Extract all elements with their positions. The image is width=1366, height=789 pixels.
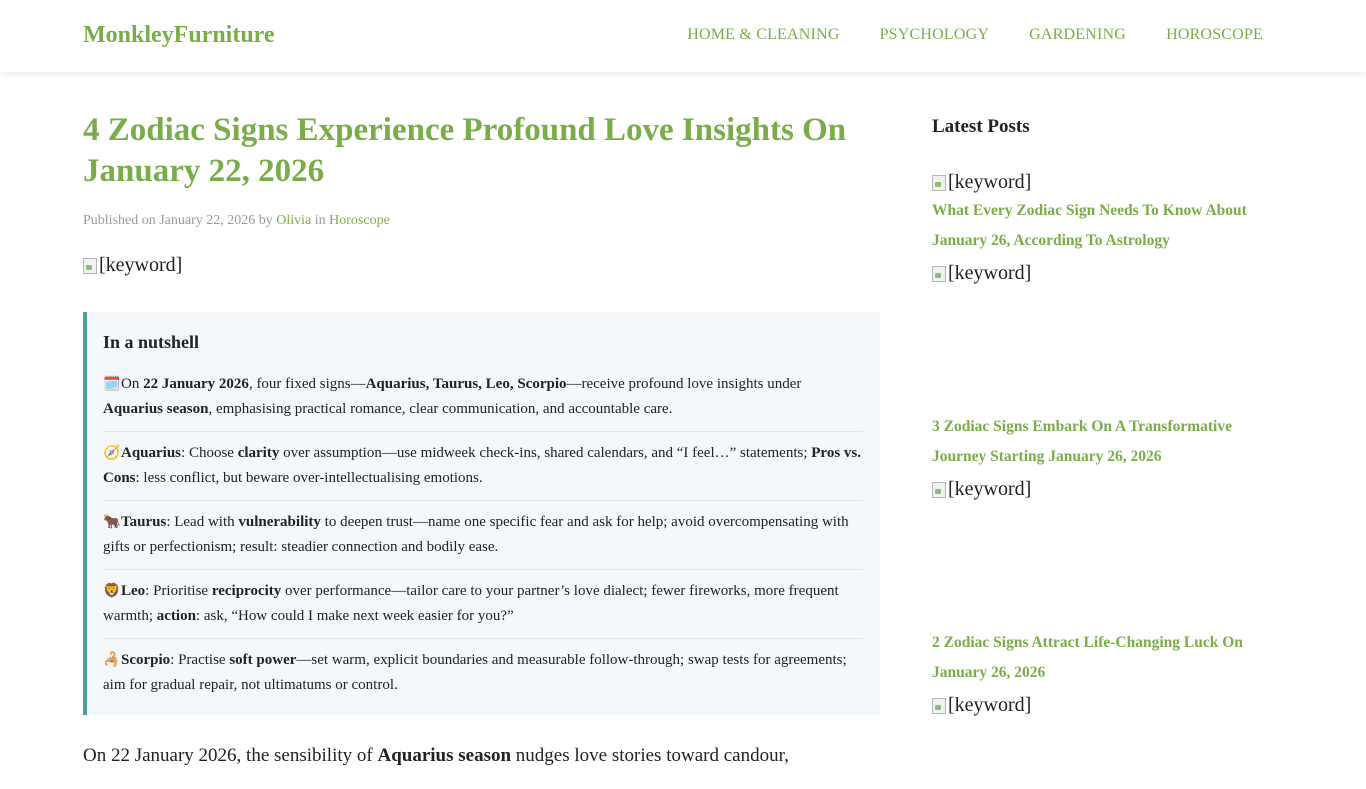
post-link-3[interactable]: 2 Zodiac Signs Attract Life-Changing Luc… — [932, 628, 1272, 688]
post-link-1[interactable]: What Every Zodiac Sign Needs To Know Abo… — [932, 196, 1272, 256]
nutshell-heading: In a nutshell — [103, 332, 200, 352]
broken-image-icon — [932, 697, 946, 714]
article-body-paragraph: On 22 January 2026, the sensibility of A… — [83, 742, 901, 770]
article-title: 4 Zodiac Signs Experience Profound Love … — [83, 112, 847, 189]
nutshell-text: : Prioritise — [145, 583, 212, 599]
body-text-after: nudges love stories toward candour, — [511, 745, 789, 766]
nutshell-text: : Practise — [170, 652, 230, 668]
broken-image-icon — [932, 265, 946, 282]
nutshell-item: 🗓️On 22 January 2026, four fixed signs—A… — [103, 363, 863, 432]
body-text-before: On 22 January 2026, the sensibility of — [83, 745, 378, 766]
thumbnail-alt: [keyword] — [948, 262, 1032, 284]
post-thumbnail-4[interactable]: [keyword] — [932, 694, 1272, 717]
nutshell-bold-text: Leo — [121, 583, 146, 599]
thumbnail-alt: [keyword] — [948, 478, 1032, 500]
nutshell-item: 🧭Aquarius: Choose clarity over assumptio… — [103, 432, 863, 501]
nav-psychology[interactable]: PSYCHOLOGY — [880, 26, 990, 44]
main-nav: HOME & CLEANING PSYCHOLOGY GARDENING HOR… — [687, 26, 1263, 44]
nutshell-item: 🦁Leo: Prioritise reciprocity over perfor… — [103, 570, 863, 639]
nutshell-text: : Choose — [181, 445, 238, 461]
broken-image-icon — [932, 174, 946, 191]
nutshell-text: : Lead with — [166, 514, 239, 530]
thumbnail-alt: [keyword] — [948, 171, 1032, 193]
lion-icon: 🦁 — [103, 584, 121, 599]
body-text-bold: Aquarius season — [377, 745, 512, 766]
nutshell-text: —receive profound love insights under — [566, 376, 802, 392]
nutshell-text: On — [121, 376, 144, 392]
broken-image-icon — [83, 257, 97, 274]
nutshell-item: 🐂Taurus: Lead with vulnerability to deep… — [103, 501, 863, 570]
thumbnail-alt: [keyword] — [948, 694, 1032, 716]
sidebar-heading: Latest Posts — [932, 116, 1030, 137]
hero-image: [keyword] — [83, 254, 901, 277]
article-main: 4 Zodiac Signs Experience Profound Love … — [83, 110, 901, 789]
author-link[interactable]: Olivia — [276, 213, 311, 228]
nutshell-list: 🗓️On 22 January 2026, four fixed signs—A… — [103, 363, 863, 697]
post-thumbnail-3[interactable]: [keyword] — [932, 478, 1272, 501]
calendar-icon: 🗓️ — [103, 377, 121, 392]
nutshell-bold-text: Aquarius — [121, 445, 182, 461]
nutshell-bold-text: reciprocity — [211, 583, 282, 599]
nutshell-bold-text: clarity — [237, 445, 280, 461]
hero-image-alt: [keyword] — [99, 254, 183, 276]
category-link[interactable]: Horoscope — [329, 213, 390, 228]
published-text: Published on January 22, 2026 by — [83, 213, 277, 228]
nutshell-item: 🦂Scorpio: Practise soft power—set warm, … — [103, 639, 863, 697]
nav-home-cleaning[interactable]: HOME & CLEANING — [687, 26, 839, 44]
nutshell-text: : less conflict, but beware over-intelle… — [135, 470, 483, 486]
nutshell-bold-text: vulnerability — [238, 514, 321, 530]
scorpion-icon: 🦂 — [103, 653, 121, 668]
sidebar: Latest Posts [keyword] What Every Zodiac… — [932, 116, 1272, 717]
nav-gardening[interactable]: GARDENING — [1029, 26, 1126, 44]
article-meta: Published on January 22, 2026 by Olivia … — [83, 213, 901, 229]
nutshell-text: , emphasising practical romance, clear c… — [208, 401, 673, 417]
site-header: MonkleyFurniture HOME & CLEANING PSYCHOL… — [0, 0, 1366, 72]
post-thumbnail-1[interactable]: [keyword] — [932, 171, 1272, 194]
nutshell-text: : ask, “How could I make next week easie… — [195, 608, 514, 624]
nav-horoscope[interactable]: HOROSCOPE — [1166, 26, 1263, 44]
nutshell-bold-text: Taurus — [121, 514, 167, 530]
nutshell-box: In a nutshell 🗓️On 22 January 2026, four… — [83, 312, 880, 715]
ox-icon: 🐂 — [103, 515, 121, 530]
nutshell-bold-text: Aquarius, Taurus, Leo, Scorpio — [365, 376, 567, 392]
nutshell-text: over assumption—use midweek check-ins, s… — [279, 445, 812, 461]
brand-logo-link[interactable]: MonkleyFurniture — [83, 22, 275, 49]
broken-image-icon — [932, 481, 946, 498]
post-link-2[interactable]: 3 Zodiac Signs Embark On A Transformativ… — [932, 412, 1272, 472]
nutshell-bold-text: 22 January 2026 — [143, 376, 249, 392]
post-thumbnail-2[interactable]: [keyword] — [932, 262, 1272, 285]
nutshell-text: , four fixed signs— — [248, 376, 366, 392]
nutshell-bold-text: Aquarius season — [103, 401, 209, 417]
nutshell-bold-text: action — [156, 608, 196, 624]
nutshell-bold-text: Scorpio — [121, 652, 171, 668]
compass-icon: 🧭 — [103, 446, 121, 461]
nutshell-bold-text: soft power — [229, 652, 297, 668]
meta-in-text: in — [311, 213, 330, 228]
